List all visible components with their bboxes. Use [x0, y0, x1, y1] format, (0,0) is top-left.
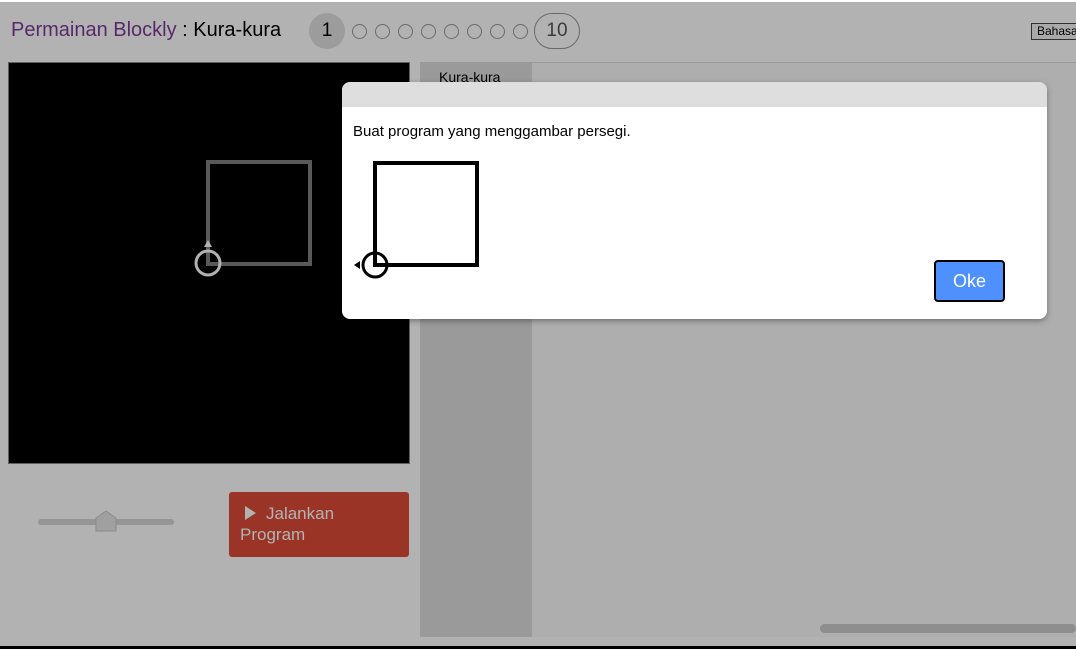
ok-button[interactable]: Oke: [934, 260, 1005, 302]
page: Permainan Blockly : Kura-kura 1 10 Bahas…: [0, 0, 1076, 649]
square-example-shape: [373, 161, 479, 267]
dialog-header[interactable]: [342, 82, 1047, 107]
instruction-dialog: Buat program yang menggambar persegi. Ok…: [342, 82, 1047, 319]
dialog-instruction-text: Buat program yang menggambar persegi.: [353, 123, 631, 140]
turtle-example-heading-arrow: [354, 261, 360, 269]
square-example-image: [354, 161, 479, 279]
